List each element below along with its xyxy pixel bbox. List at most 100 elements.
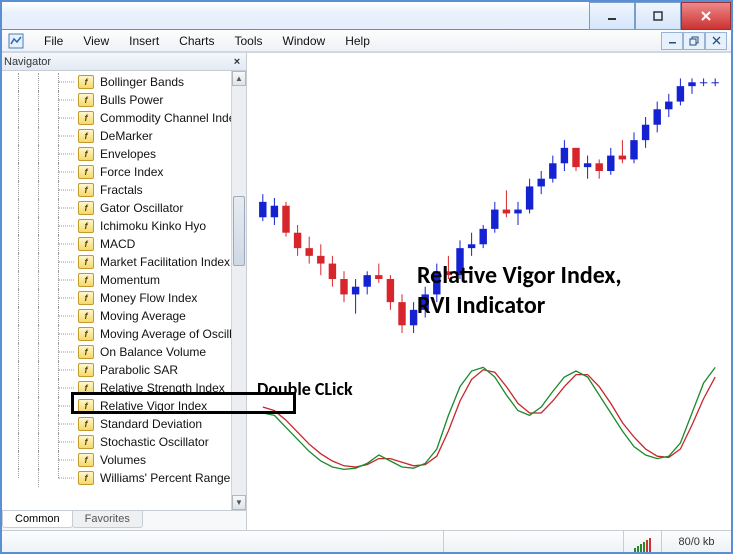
mdi-close-button[interactable] bbox=[705, 32, 727, 50]
mdi-restore-button[interactable] bbox=[683, 32, 705, 50]
mdi-minimize-button[interactable] bbox=[661, 32, 683, 50]
indicator-item[interactable]: fOn Balance Volume bbox=[2, 343, 231, 361]
function-icon: f bbox=[78, 273, 94, 287]
function-icon: f bbox=[78, 309, 94, 323]
function-icon: f bbox=[78, 471, 94, 485]
indicator-item[interactable]: f MACD bbox=[2, 235, 231, 253]
function-icon: f bbox=[78, 327, 94, 341]
chart-area[interactable]: Double CLick Relative Vigor Index, RVI I… bbox=[247, 53, 731, 530]
window-close-button[interactable] bbox=[681, 2, 731, 30]
app-icon bbox=[6, 32, 26, 50]
indicator-label: Volumes bbox=[100, 451, 146, 469]
function-icon: f bbox=[78, 219, 94, 233]
scroll-down-button[interactable]: ▼ bbox=[232, 495, 246, 510]
indicator-label: Standard Deviation bbox=[100, 415, 202, 433]
indicator-item[interactable]: fVolumes bbox=[2, 451, 231, 469]
scroll-thumb[interactable] bbox=[233, 196, 245, 266]
indicator-item[interactable]: f Gator Oscillator bbox=[2, 199, 231, 217]
indicator-item[interactable]: f Commodity Channel Index bbox=[2, 109, 231, 127]
indicator-item[interactable]: f Williams' Percent Range bbox=[2, 469, 231, 487]
function-icon: f bbox=[78, 417, 94, 431]
indicator-label: DeMarker bbox=[100, 127, 153, 145]
indicator-item[interactable]: f Ichimoku Kinko Hyo bbox=[2, 217, 231, 235]
connection-meter bbox=[623, 531, 661, 552]
indicator-label: Market Facilitation Index bbox=[100, 253, 230, 271]
indicator-label: Parabolic SAR bbox=[100, 361, 178, 379]
function-icon: f bbox=[78, 147, 94, 161]
indicator-label: Momentum bbox=[100, 271, 160, 289]
function-icon: f bbox=[78, 93, 94, 107]
function-icon: f bbox=[78, 435, 94, 449]
minimize-icon bbox=[606, 10, 618, 22]
menubar: File View Insert Charts Tools Window Hel… bbox=[2, 30, 731, 52]
double-click-annotation: Double CLick bbox=[257, 378, 353, 400]
indicator-item[interactable]: f DeMarker bbox=[2, 127, 231, 145]
navigator-scrollbar[interactable]: ▲ ▼ bbox=[231, 71, 246, 510]
function-icon: f bbox=[78, 291, 94, 305]
indicator-item[interactable]: f Force Index bbox=[2, 163, 231, 181]
function-icon: f bbox=[78, 381, 94, 395]
indicator-item[interactable]: fBollinger Bands bbox=[2, 73, 231, 91]
menu-tools[interactable]: Tools bbox=[225, 32, 273, 50]
navigator-header: Navigator × bbox=[2, 53, 246, 71]
restore-icon bbox=[689, 36, 699, 46]
indicator-label: Envelopes bbox=[100, 145, 156, 163]
function-icon: f bbox=[78, 201, 94, 215]
menu-charts[interactable]: Charts bbox=[169, 32, 224, 50]
indicator-item[interactable]: fMoney Flow Index bbox=[2, 289, 231, 307]
maximize-icon bbox=[652, 10, 664, 22]
indicator-item[interactable]: f Market Facilitation Index bbox=[2, 253, 231, 271]
indicator-item[interactable]: fMoving Average of Oscillat bbox=[2, 325, 231, 343]
indicator-label: Relative Vigor Index bbox=[100, 397, 207, 415]
indicator-item[interactable]: f Fractals bbox=[2, 181, 231, 199]
title-annotation-1: Relative Vigor Index, bbox=[417, 261, 622, 290]
minimize-icon bbox=[668, 36, 677, 45]
tab-common[interactable]: Common bbox=[2, 511, 73, 528]
indicator-item[interactable]: fMoving Average bbox=[2, 307, 231, 325]
indicator-label: Bollinger Bands bbox=[100, 73, 184, 91]
indicator-label: On Balance Volume bbox=[100, 343, 206, 361]
indicator-item[interactable]: f Envelopes bbox=[2, 145, 231, 163]
function-icon: f bbox=[78, 111, 94, 125]
navigator-tabs: Common Favorites bbox=[2, 510, 246, 530]
function-icon: f bbox=[78, 129, 94, 143]
indicator-label: Commodity Channel Index bbox=[100, 109, 231, 127]
indicator-label: Bulls Power bbox=[100, 91, 163, 109]
menu-view[interactable]: View bbox=[73, 32, 119, 50]
tab-favorites[interactable]: Favorites bbox=[72, 511, 143, 528]
indicator-item[interactable]: fStochastic Oscillator bbox=[2, 433, 231, 451]
indicator-label: Ichimoku Kinko Hyo bbox=[100, 217, 206, 235]
navigator-list[interactable]: fBollinger BandsfBulls PowerfCommodity C… bbox=[2, 71, 231, 510]
window-maximize-button[interactable] bbox=[635, 2, 681, 30]
function-icon: f bbox=[78, 255, 94, 269]
menu-window[interactable]: Window bbox=[273, 32, 336, 50]
close-icon bbox=[712, 36, 721, 45]
indicator-label: Gator Oscillator bbox=[100, 199, 183, 217]
indicator-item[interactable]: f Momentum bbox=[2, 271, 231, 289]
main-window: File View Insert Charts Tools Window Hel… bbox=[0, 0, 733, 554]
indicator-label: Williams' Percent Range bbox=[100, 469, 230, 487]
function-icon: f bbox=[78, 165, 94, 179]
scroll-up-button[interactable]: ▲ bbox=[232, 71, 246, 86]
indicator-item[interactable]: f Bulls Power bbox=[2, 91, 231, 109]
indicator-item[interactable]: fRelative Strength Index bbox=[2, 379, 231, 397]
indicator-item[interactable]: f Parabolic SAR bbox=[2, 361, 231, 379]
menu-help[interactable]: Help bbox=[335, 32, 380, 50]
menu-insert[interactable]: Insert bbox=[119, 32, 169, 50]
function-icon: f bbox=[78, 237, 94, 251]
status-panel-blank bbox=[443, 531, 623, 552]
indicator-label: MACD bbox=[100, 235, 135, 253]
navigator-tree: fBollinger BandsfBulls PowerfCommodity C… bbox=[2, 71, 246, 510]
indicator-item[interactable]: fRelative Vigor Index bbox=[2, 397, 231, 415]
function-icon: f bbox=[78, 183, 94, 197]
function-icon: f bbox=[78, 363, 94, 377]
indicator-label: Force Index bbox=[100, 163, 163, 181]
status-kb: 80/0 kb bbox=[661, 531, 731, 552]
status-bar: 80/0 kb bbox=[2, 530, 731, 552]
indicator-item[interactable]: f Standard Deviation bbox=[2, 415, 231, 433]
indicator-label: Fractals bbox=[100, 181, 143, 199]
menu-file[interactable]: File bbox=[34, 32, 73, 50]
window-minimize-button[interactable] bbox=[589, 2, 635, 30]
navigator-close-button[interactable]: × bbox=[230, 55, 244, 69]
workspace: Navigator × fBollinger BandsfBulls Power… bbox=[2, 52, 731, 530]
